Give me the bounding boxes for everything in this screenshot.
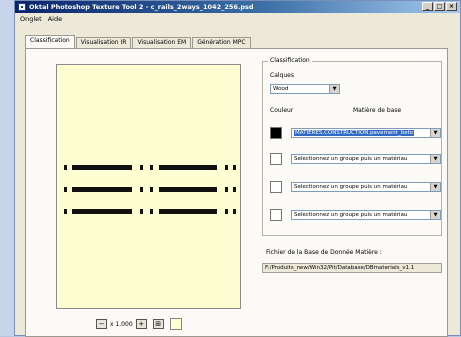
- color-swatch-3[interactable]: [270, 181, 282, 193]
- maximize-button[interactable]: □: [434, 2, 445, 11]
- material-value-4: Selectionnez un groupe puis un matériau: [294, 212, 408, 218]
- title-bar[interactable]: Oktal Photoshop Texture Tool 2 - c_rails…: [15, 1, 460, 13]
- color-swatch-2[interactable]: [270, 153, 282, 165]
- chevron-down-icon: ▼: [430, 129, 440, 137]
- material-select-2[interactable]: Selectionnez un groupe puis un matériau …: [291, 154, 441, 164]
- material-value-1: MATIERES.CONSTRUCTION.pavement_beto: [294, 130, 415, 136]
- material-select-4[interactable]: Selectionnez un groupe puis un matériau …: [291, 210, 441, 220]
- texture-stripe: [62, 208, 237, 216]
- window-title: Oktal Photoshop Texture Tool 2 - c_rails…: [29, 3, 254, 11]
- couleur-label: Couleur: [270, 107, 294, 114]
- chevron-down-icon: ▼: [430, 183, 440, 191]
- close-button[interactable]: ×: [446, 2, 457, 11]
- menu-onglet[interactable]: Onglet: [20, 14, 42, 24]
- app-window: Oktal Photoshop Texture Tool 2 - c_rails…: [14, 0, 461, 337]
- calques-label: Calques: [270, 72, 294, 79]
- material-value-3: Selectionnez un groupe puis un matériau: [294, 184, 408, 190]
- color-swatch-1[interactable]: [270, 127, 282, 139]
- chevron-down-icon: ▼: [329, 85, 339, 93]
- tab-panel: − x 1.000 + ⊞ Classification Calques Woo…: [25, 48, 448, 337]
- tab-visualisation-ir[interactable]: Visualisation IR: [75, 37, 132, 48]
- app-icon: [18, 3, 26, 11]
- texture-stripe: [62, 164, 237, 172]
- desktop-background: [0, 0, 14, 336]
- color-swatch-4[interactable]: [270, 209, 282, 221]
- zoom-out-button[interactable]: −: [96, 319, 107, 329]
- database-label: Fichier de la Base de Donnée Matière :: [266, 249, 382, 256]
- menu-bar: Onglet Aide: [15, 14, 460, 24]
- classification-group: Classification Calques Wood ▼ Couleur Ma…: [262, 57, 442, 236]
- zoom-fit-button[interactable]: ⊞: [152, 319, 164, 329]
- tab-generation-mpc[interactable]: Génération MPC: [192, 37, 251, 48]
- minimize-button[interactable]: _: [422, 2, 433, 11]
- texture-preview[interactable]: [56, 64, 241, 309]
- background-color-swatch[interactable]: [169, 318, 182, 330]
- matiere-label: Matière de base: [353, 107, 402, 114]
- group-title: Classification: [268, 57, 312, 64]
- zoom-bar: − x 1.000 + ⊞: [96, 318, 182, 330]
- tab-classification[interactable]: Classification: [25, 35, 75, 48]
- texture-stripe: [62, 186, 237, 194]
- zoom-level: x 1.000: [110, 320, 133, 328]
- calques-select[interactable]: Wood ▼: [270, 84, 340, 94]
- material-select-3[interactable]: Selectionnez un groupe puis un matériau …: [291, 182, 441, 192]
- chevron-down-icon: ▼: [430, 155, 440, 163]
- calques-value: Wood: [273, 86, 289, 92]
- tab-visualisation-em[interactable]: Visualisation EM: [132, 37, 192, 48]
- database-path-field[interactable]: F:/Produits_new/Win32/Pit/Database/DBmat…: [262, 263, 442, 273]
- zoom-in-button[interactable]: +: [135, 319, 147, 329]
- chevron-down-icon: ▼: [430, 211, 440, 219]
- menu-aide[interactable]: Aide: [48, 14, 62, 24]
- material-value-2: Selectionnez un groupe puis un matériau: [294, 156, 408, 162]
- material-select-1[interactable]: MATIERES.CONSTRUCTION.pavement_beto ▼: [291, 128, 441, 138]
- window-controls: _ □ ×: [422, 2, 457, 12]
